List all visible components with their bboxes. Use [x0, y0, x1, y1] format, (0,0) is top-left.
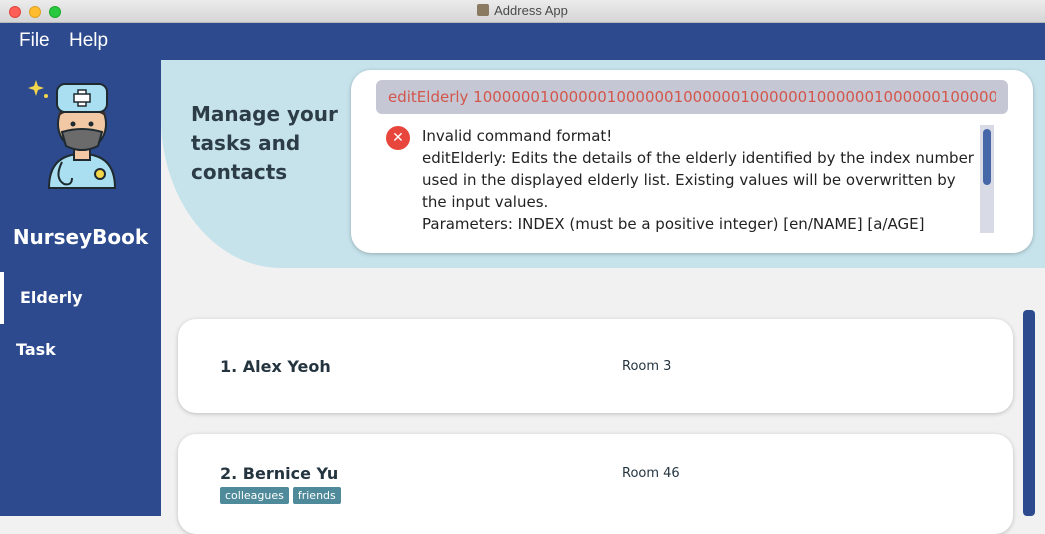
sidebar-item-label: Elderly — [20, 288, 83, 307]
elderly-room: Room 3 — [622, 359, 672, 374]
error-icon: ✕ — [386, 126, 410, 150]
nurse-icon — [28, 80, 117, 189]
main-panel: Manage your tasks and contacts ✕ Invalid… — [161, 60, 1045, 534]
menu-help[interactable]: Help — [69, 30, 108, 52]
list-scrollbar[interactable] — [1023, 310, 1035, 516]
brand-name: NurseyBook — [12, 225, 149, 249]
result-scrollbar[interactable] — [980, 125, 994, 233]
elderly-card[interactable]: 1. Alex Yeoh Room 3 — [178, 319, 1013, 413]
command-input[interactable] — [376, 80, 1008, 114]
menu-file[interactable]: File — [19, 30, 50, 52]
sidebar-item-task[interactable]: Task — [0, 324, 161, 376]
command-card: ✕ Invalid command format! editElderly: E… — [351, 70, 1033, 253]
elderly-name: 1. Alex Yeoh — [220, 357, 331, 376]
menu-bar: File Help — [0, 23, 1045, 60]
elderly-card[interactable]: 2. Bernice Yu Room 46 colleagues friends — [178, 434, 1013, 534]
app-icon — [477, 4, 490, 16]
header-banner: Manage your tasks and contacts ✕ Invalid… — [161, 60, 1045, 268]
sidebar-item-elderly[interactable]: Elderly — [0, 272, 161, 324]
tag: colleagues — [220, 487, 289, 504]
result-scrollbar-thumb[interactable] — [983, 129, 991, 185]
tag: friends — [292, 487, 341, 504]
elderly-name: 2. Bernice Yu — [220, 464, 339, 483]
sidebar-item-label: Task — [16, 340, 56, 359]
window-title: Address App — [0, 3, 1045, 18]
elderly-room: Room 46 — [622, 466, 680, 481]
tag-list: colleagues friends — [220, 484, 345, 504]
sidebar: NurseyBook Elderly Task — [0, 60, 161, 516]
window-title-text: Address App — [494, 3, 568, 18]
window-titlebar: Address App — [0, 0, 1045, 23]
result-display: Invalid command format! editElderly: Edi… — [422, 127, 974, 233]
tagline: Manage your tasks and contacts — [191, 102, 338, 184]
